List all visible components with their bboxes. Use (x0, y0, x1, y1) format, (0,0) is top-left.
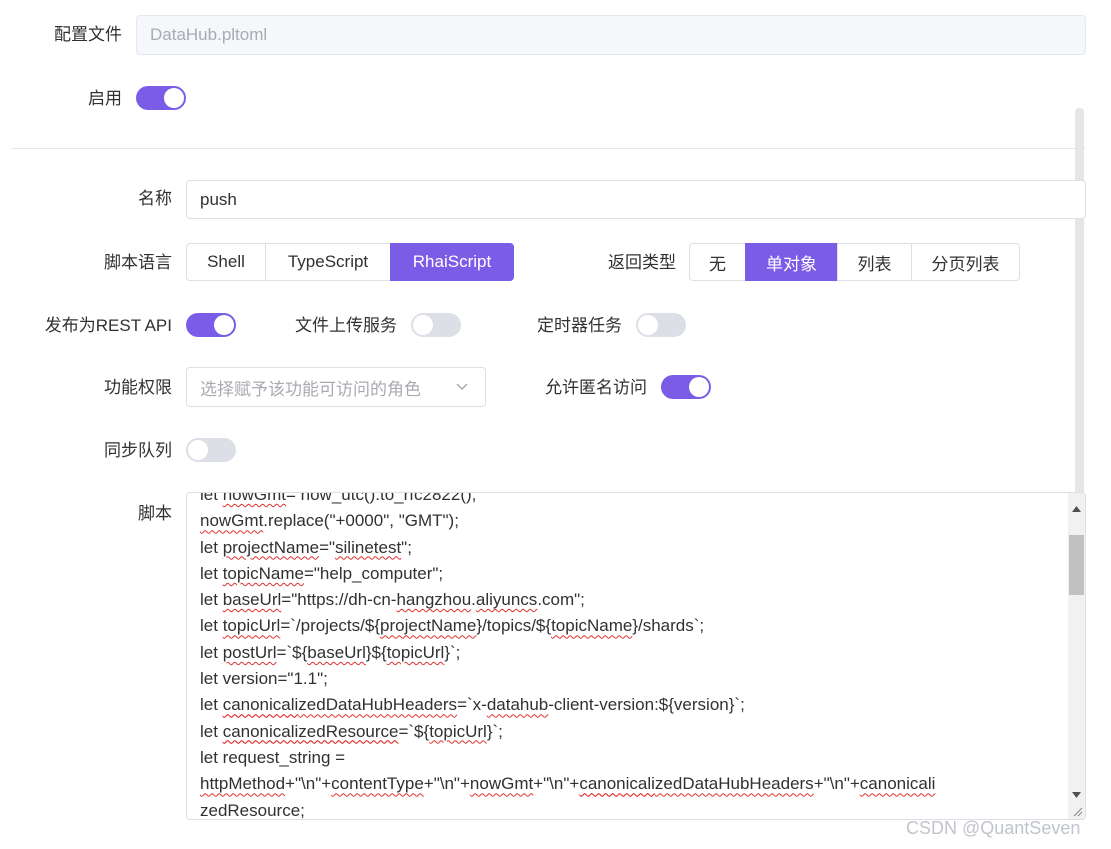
return-option-none[interactable]: 无 (689, 243, 746, 281)
name-label: 名称 (138, 189, 172, 208)
enable-switch[interactable] (136, 86, 186, 110)
switch-knob (413, 315, 433, 335)
switch-knob (689, 377, 709, 397)
return-option-single[interactable]: 单对象 (745, 243, 838, 281)
enable-label: 启用 (88, 89, 122, 108)
chevron-down-icon (455, 378, 469, 392)
name-value: push (200, 189, 237, 209)
code-line: let request_string = (200, 747, 346, 767)
switch-knob (638, 315, 658, 335)
permission-select[interactable]: 选择赋予该功能可访问的角色 (186, 367, 486, 407)
resize-grip-icon[interactable] (1068, 802, 1084, 818)
code-line: let topicName="help_computer"; (200, 563, 444, 583)
code-line: httpMethod+"\n"+contentType+"\n"+nowGmt+… (200, 774, 936, 794)
code-line: let projectName="silinetest"; (200, 537, 412, 557)
code-line: let baseUrl="https://dh-cn-hangzhou.aliy… (200, 590, 585, 610)
scroll-down-arrow-icon[interactable] (1072, 785, 1081, 803)
sync-queue-label: 同步队列 (104, 441, 172, 460)
publish-rest-label: 发布为REST API (44, 316, 172, 335)
lang-option-shell[interactable]: Shell (186, 243, 266, 281)
return-type-label: 返回类型 (608, 253, 676, 272)
script-textarea[interactable]: let nowGmt= now_utc().to_rfc2822(); nowG… (186, 492, 1086, 820)
section-divider (11, 148, 1086, 149)
file-upload-switch[interactable] (411, 313, 461, 337)
scroll-thumb[interactable] (1069, 535, 1084, 595)
code-line: let version="1.1"; (200, 669, 328, 689)
code-line: let topicUrl=`/projects/${projectName}/t… (200, 616, 705, 636)
return-option-list[interactable]: 列表 (837, 243, 912, 281)
code-line: let canonicalizedDataHubHeaders=`x-datah… (200, 695, 745, 715)
watermark: CSDN @QuantSeven (906, 818, 1081, 838)
anonymous-label: 允许匿名访问 (545, 378, 647, 397)
code-line: let postUrl=`${baseUrl}${topicUrl}`; (200, 642, 461, 662)
script-code: let nowGmt= now_utc().to_rfc2822(); nowG… (200, 492, 1055, 820)
anonymous-switch[interactable] (661, 375, 711, 399)
lang-option-typescript[interactable]: TypeScript (265, 243, 391, 281)
timer-task-label: 定时器任务 (537, 316, 622, 335)
lang-option-rhaiscript[interactable]: RhaiScript (390, 243, 514, 281)
script-language-label: 脚本语言 (104, 253, 172, 272)
script-scrollbar[interactable] (1068, 493, 1085, 819)
config-file-value: DataHub.pltoml (150, 25, 268, 44)
switch-knob (188, 440, 208, 460)
config-file-label: 配置文件 (54, 25, 122, 44)
script-label: 脚本 (138, 504, 172, 523)
file-upload-label: 文件上传服务 (295, 316, 397, 335)
return-option-paged-list[interactable]: 分页列表 (911, 243, 1020, 281)
code-line: zedResource; (200, 800, 305, 820)
return-type-group: 无 单对象 列表 分页列表 (689, 243, 1020, 281)
permission-label: 功能权限 (104, 378, 172, 397)
switch-knob (164, 88, 184, 108)
timer-task-switch[interactable] (636, 313, 686, 337)
code-line: let nowGmt= now_utc().to_rfc2822(); (200, 492, 477, 504)
sync-queue-switch[interactable] (186, 438, 236, 462)
switch-knob (214, 315, 234, 335)
config-file-input[interactable]: DataHub.pltoml (136, 15, 1086, 55)
publish-rest-switch[interactable] (186, 313, 236, 337)
code-line: nowGmt.replace("+0000", "GMT"); (200, 511, 459, 531)
code-line: let canonicalizedResource=`${topicUrl}`; (200, 721, 503, 741)
permission-placeholder: 选择赋予该功能可访问的角色 (200, 379, 421, 399)
name-input[interactable]: push (186, 180, 1086, 219)
scroll-up-arrow-icon[interactable] (1072, 499, 1081, 517)
script-language-group: Shell TypeScript RhaiScript (186, 243, 514, 281)
